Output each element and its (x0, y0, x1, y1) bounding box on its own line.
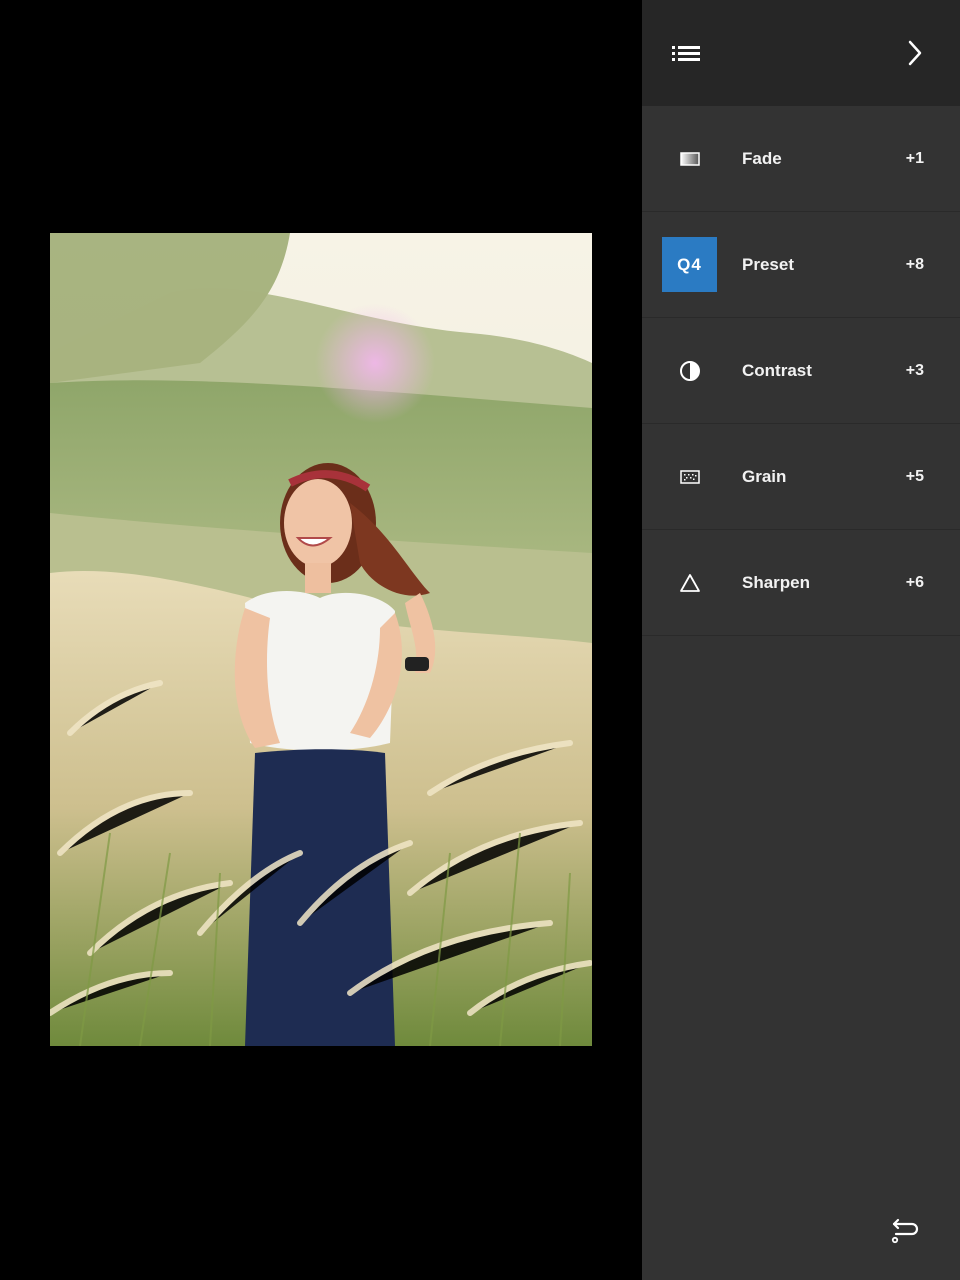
tool-value: +5 (905, 468, 924, 485)
tool-label: Sharpen (742, 573, 811, 592)
list-icon[interactable] (670, 38, 704, 68)
contrast-icon (662, 343, 717, 398)
edited-photo[interactable] (50, 233, 592, 1046)
preset-badge: Q4 (662, 237, 717, 292)
grain-icon (662, 449, 717, 504)
sharpen-icon (662, 555, 717, 610)
tool-row-sharpen[interactable]: Sharpen +6 (642, 530, 960, 636)
tool-value: +8 (905, 256, 924, 273)
tool-label: Fade (742, 149, 782, 168)
photo-canvas (0, 0, 642, 1280)
tool-label: Preset (742, 255, 794, 274)
tool-row-contrast[interactable]: Contrast +3 (642, 318, 960, 424)
tool-row-preset[interactable]: Q4 Preset +8 (642, 212, 960, 318)
adjustment-panel: Fade +1 Q4 Preset +8 Contrast +3 Grain +… (642, 0, 960, 1280)
fade-icon (662, 131, 717, 186)
panel-header (642, 0, 960, 106)
tool-label: Grain (742, 467, 787, 486)
tool-value: +6 (905, 574, 924, 591)
tool-value: +3 (905, 362, 924, 379)
tool-row-grain[interactable]: Grain +5 (642, 424, 960, 530)
chevron-right-icon[interactable] (898, 36, 932, 70)
tool-value: +1 (905, 150, 924, 167)
undo-icon[interactable] (888, 1214, 922, 1248)
tool-row-fade[interactable]: Fade +1 (642, 106, 960, 212)
photo-image (50, 233, 592, 1046)
tool-label: Contrast (742, 361, 812, 380)
tool-list: Fade +1 Q4 Preset +8 Contrast +3 Grain +… (642, 106, 960, 636)
